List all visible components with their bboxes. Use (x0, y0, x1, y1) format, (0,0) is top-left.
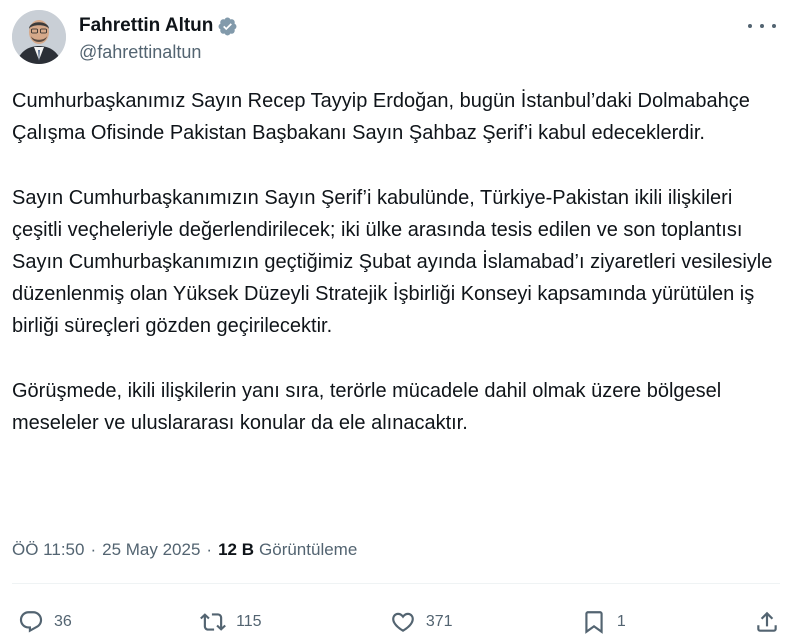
divider (12, 583, 780, 584)
post-paragraph: Görüşmede, ikili ilişkilerin yanı sıra, … (12, 380, 722, 434)
author-handle[interactable]: @fahrettinaltun (79, 42, 238, 63)
reply-icon (19, 611, 43, 633)
meta-separator: · (90, 540, 97, 559)
bookmark-count: 1 (616, 613, 626, 630)
verified-badge-icon[interactable] (217, 16, 238, 37)
views-count: 12 B (218, 540, 255, 559)
share-icon (757, 611, 777, 632)
repost-icon (200, 613, 226, 631)
heart-icon (392, 612, 414, 632)
avatar-image (12, 10, 66, 64)
repost-button[interactable]: 115 (200, 609, 262, 635)
bookmark-icon (585, 611, 603, 634)
action-bar: 36 115 371 1 (18, 606, 780, 638)
reply-count: 36 (54, 613, 72, 630)
author-display-name[interactable]: Fahrettin Altun (79, 15, 213, 37)
post-paragraph: Sayın Cumhurbaşkanımızın Sayın Şerif’i k… (12, 187, 773, 337)
like-button[interactable]: 371 (390, 609, 453, 635)
reply-button[interactable]: 36 (18, 609, 72, 635)
like-count: 371 (425, 613, 453, 630)
post-meta: ÖÖ 11:50 · 25 May 2025 · 12 B Görüntülem… (12, 540, 357, 560)
meta-separator: · (206, 540, 213, 559)
post-paragraph: Cumhurbaşkanımız Sayın Recep Tayyip Erdo… (12, 90, 750, 144)
post-date[interactable]: 25 May 2025 (102, 540, 200, 560)
post-header: Fahrettin Altun @fahrettinaltun (12, 10, 780, 66)
views-label: Görüntüleme (259, 540, 358, 559)
repost-count: 115 (236, 613, 262, 630)
author-names: Fahrettin Altun @fahrettinaltun (79, 14, 238, 63)
bookmark-button[interactable]: 1 (581, 609, 626, 635)
share-button[interactable] (754, 609, 780, 635)
more-options-icon[interactable] (748, 16, 776, 36)
post-time[interactable]: ÖÖ 11:50 (12, 540, 84, 560)
post-text: Cumhurbaşkanımız Sayın Recep Tayyip Erdo… (12, 85, 782, 472)
avatar[interactable] (12, 10, 66, 64)
